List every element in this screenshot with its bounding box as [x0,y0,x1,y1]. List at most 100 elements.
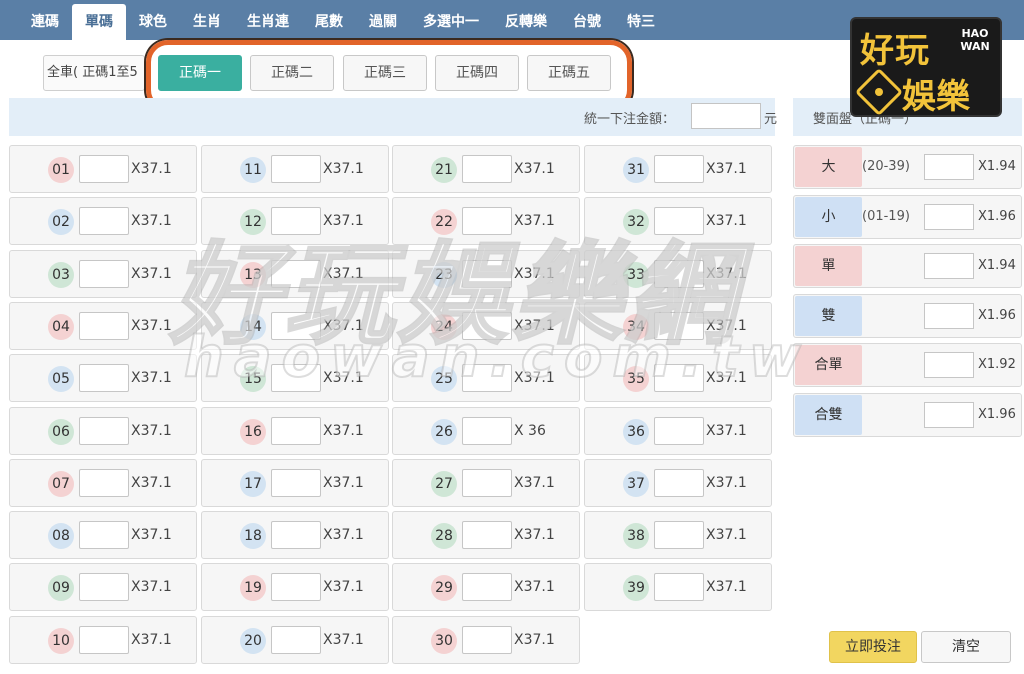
subtab-zhengma-3[interactable]: 正碼三 [343,55,427,91]
bet-amount-input[interactable] [271,364,321,393]
bet-amount-input[interactable] [79,625,129,654]
two-sides-input[interactable] [924,352,974,378]
bet-amount-input[interactable] [271,521,321,550]
nav-tab[interactable]: 台號 [560,4,614,40]
two-sides-label[interactable]: 單 [795,246,862,286]
number-ball[interactable]: 27 [431,470,457,497]
two-sides-label[interactable]: 合雙 [795,394,862,435]
number-ball[interactable]: 33 [623,261,649,288]
nav-tab[interactable]: 多選中一 [410,4,492,40]
nav-tab[interactable]: 特三 [614,4,668,40]
bet-amount-input[interactable] [271,155,321,183]
bet-amount-input[interactable] [271,468,321,497]
bet-amount-input[interactable] [462,259,512,288]
number-ball[interactable]: 29 [431,575,457,602]
number-ball[interactable]: 08 [48,523,74,550]
subtab-zhengma-2[interactable]: 正碼二 [250,55,334,91]
number-ball[interactable]: 02 [48,209,74,236]
bet-amount-input[interactable] [271,207,321,236]
bet-amount-input[interactable] [79,521,129,550]
number-ball[interactable]: 10 [48,627,74,654]
unified-amount-input[interactable] [691,103,761,129]
bet-amount-input[interactable] [79,364,129,393]
number-ball[interactable]: 35 [623,366,649,393]
bet-amount-input[interactable] [654,259,704,288]
two-sides-input[interactable] [924,203,974,230]
number-ball[interactable]: 18 [240,523,266,550]
bet-amount-input[interactable] [79,573,129,602]
number-ball[interactable]: 31 [623,157,649,183]
number-ball[interactable]: 01 [48,157,74,183]
bet-amount-input[interactable] [462,155,512,183]
number-ball[interactable]: 37 [623,470,649,497]
bet-amount-input[interactable] [654,416,704,445]
two-sides-label[interactable]: 大 [795,147,862,187]
bet-amount-input[interactable] [654,573,704,602]
bet-amount-input[interactable] [79,468,129,497]
number-ball[interactable]: 24 [431,313,457,340]
subtab-zhengma-5[interactable]: 正碼五 [527,55,611,91]
nav-tab[interactable]: 過關 [356,4,410,40]
bet-amount-input[interactable] [462,573,512,602]
nav-tab[interactable]: 連碼 [18,4,72,40]
nav-tab[interactable]: 尾數 [302,4,356,40]
bet-amount-input[interactable] [654,207,704,236]
bet-amount-input[interactable] [271,625,321,654]
number-ball[interactable]: 05 [48,366,74,393]
number-ball[interactable]: 16 [240,418,266,445]
two-sides-input[interactable] [924,253,974,279]
bet-amount-input[interactable] [654,364,704,393]
number-ball[interactable]: 28 [431,523,457,550]
nav-tab[interactable]: 生肖連 [234,4,302,40]
subtab-zhengma-1[interactable]: 正碼一 [158,55,242,91]
nav-tab[interactable]: 反轉樂 [492,4,560,40]
subtab-zhengma-4[interactable]: 正碼四 [435,55,519,91]
bet-amount-input[interactable] [462,625,512,654]
number-ball[interactable]: 39 [623,575,649,602]
nav-tab[interactable]: 單碼 [72,4,126,40]
number-ball[interactable]: 13 [240,261,266,288]
bet-amount-input[interactable] [654,155,704,183]
bet-amount-input[interactable] [79,259,129,288]
number-ball[interactable]: 34 [623,313,649,340]
submit-bet-button[interactable]: 立即投注 [829,631,917,663]
number-ball[interactable]: 36 [623,418,649,445]
two-sides-label[interactable]: 雙 [795,295,862,336]
number-ball[interactable]: 20 [240,627,266,654]
bet-amount-input[interactable] [462,416,512,445]
number-ball[interactable]: 17 [240,470,266,497]
all-car-button[interactable]: 全車( 正碼1至5 [43,55,145,91]
number-ball[interactable]: 07 [48,470,74,497]
two-sides-input[interactable] [924,401,974,428]
number-ball[interactable]: 25 [431,366,457,393]
bet-amount-input[interactable] [79,155,129,183]
bet-amount-input[interactable] [462,207,512,236]
number-ball[interactable]: 38 [623,523,649,550]
number-ball[interactable]: 30 [431,627,457,654]
number-ball[interactable]: 19 [240,575,266,602]
bet-amount-input[interactable] [462,521,512,550]
number-ball[interactable]: 26 [431,418,457,445]
number-ball[interactable]: 12 [240,209,266,236]
two-sides-input[interactable] [924,154,974,180]
number-ball[interactable]: 09 [48,575,74,602]
bet-amount-input[interactable] [462,311,512,340]
two-sides-label[interactable]: 小 [795,196,862,237]
number-ball[interactable]: 22 [431,209,457,236]
bet-amount-input[interactable] [654,521,704,550]
bet-amount-input[interactable] [79,311,129,340]
number-ball[interactable]: 11 [240,157,266,183]
bet-amount-input[interactable] [654,468,704,497]
bet-amount-input[interactable] [271,573,321,602]
number-ball[interactable]: 32 [623,209,649,236]
number-ball[interactable]: 23 [431,261,457,288]
number-ball[interactable]: 15 [240,366,266,393]
two-sides-input[interactable] [924,302,974,329]
bet-amount-input[interactable] [462,468,512,497]
bet-amount-input[interactable] [271,416,321,445]
number-ball[interactable]: 06 [48,418,74,445]
bet-amount-input[interactable] [271,259,321,288]
number-ball[interactable]: 21 [431,157,457,183]
clear-button[interactable]: 清空 [921,631,1011,663]
nav-tab[interactable]: 球色 [126,4,180,40]
